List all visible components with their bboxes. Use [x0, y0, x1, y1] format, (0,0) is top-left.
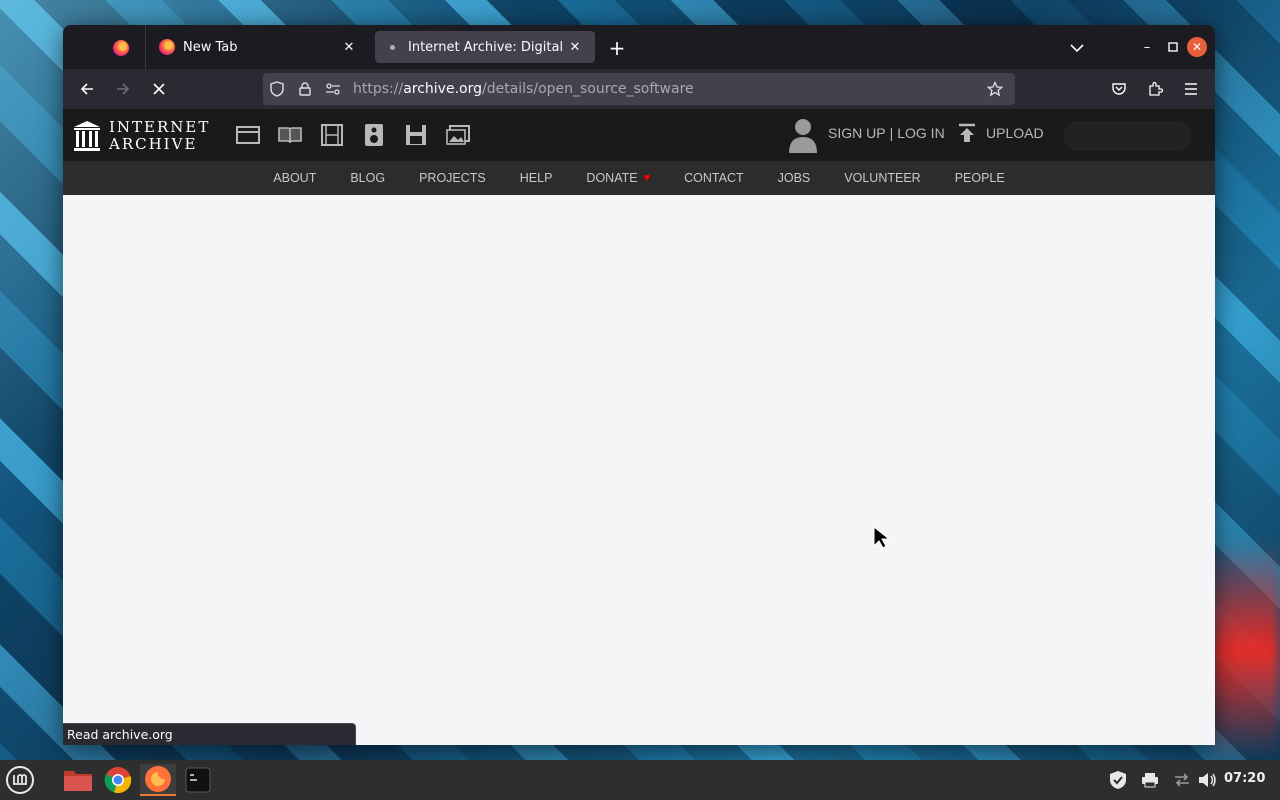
menu-volunteer[interactable]: VOLUNTEER	[844, 171, 920, 185]
chevron-down-icon	[1070, 44, 1084, 53]
heart-icon: ♥	[643, 172, 651, 184]
archive-temple-icon	[74, 121, 100, 151]
extensions-button[interactable]	[1139, 75, 1171, 103]
terminal-icon	[185, 767, 211, 793]
status-panel: Read archive.org	[63, 723, 356, 745]
hamburger-menu-icon	[1185, 83, 1197, 95]
address-bar[interactable]: https://archive.org/details/open_source_…	[263, 73, 1015, 105]
folder-icon	[64, 771, 92, 791]
tab-separator	[145, 25, 146, 69]
images-icon[interactable]	[437, 121, 479, 149]
start-menu-button[interactable]	[2, 764, 38, 796]
upload-label: UPLOAD	[986, 125, 1044, 141]
close-tab-icon[interactable]: ✕	[339, 37, 359, 57]
mint-logo-icon	[6, 766, 34, 794]
firefox-icon	[113, 40, 129, 56]
close-window-button[interactable]: ✕	[1187, 37, 1207, 57]
tracking-protection-shield-icon[interactable]	[263, 75, 291, 103]
forward-button[interactable]	[107, 75, 139, 103]
menu-jobs[interactable]: JOBS	[778, 171, 811, 185]
tab-label: Internet Archive: Digital Lib	[408, 39, 565, 55]
firefox-icon	[145, 766, 171, 792]
menu-contact[interactable]: CONTACT	[684, 171, 744, 185]
menu-donate[interactable]: DONATE ♥	[586, 171, 650, 185]
maximize-icon	[1168, 42, 1178, 52]
back-button[interactable]	[71, 75, 103, 103]
mouse-pointer-icon	[873, 526, 891, 549]
ia-logo[interactable]: INTERNET ARCHIVE	[73, 119, 210, 153]
files-app-button[interactable]	[60, 764, 96, 796]
url-scheme: https://	[353, 81, 404, 97]
auth-links: SIGN UP | LOG IN	[828, 125, 945, 141]
firefox-app-button[interactable]	[140, 764, 176, 796]
taskbar: 07:20	[0, 760, 1280, 800]
menu-blog[interactable]: BLOG	[350, 171, 385, 185]
arrow-right-icon	[117, 83, 130, 95]
url-host: archive.org	[403, 81, 482, 97]
texts-book-icon[interactable]	[269, 121, 311, 149]
arrow-left-icon	[80, 83, 93, 95]
ia-logo-text: INTERNET ARCHIVE	[109, 119, 210, 153]
firefox-icon	[159, 39, 175, 55]
close-icon	[153, 83, 165, 95]
auth-separator: |	[889, 125, 894, 141]
bookmark-star-icon[interactable]	[981, 75, 1009, 103]
minimize-button[interactable]: –	[1135, 35, 1159, 59]
log-in-link[interactable]: LOG IN	[897, 125, 944, 141]
volume-icon[interactable]	[1196, 768, 1220, 792]
stop-loading-button[interactable]	[143, 75, 175, 103]
audio-speaker-icon[interactable]	[353, 121, 395, 149]
menu-people[interactable]: PEOPLE	[955, 171, 1005, 185]
app-menu-button[interactable]	[1175, 75, 1207, 103]
puzzle-icon	[1149, 81, 1163, 96]
navigation-toolbar: https://archive.org/details/open_source_…	[63, 69, 1215, 109]
wallpaper-glow	[1210, 540, 1280, 760]
tab-bar: New Tab ✕ Internet Archive: Digital Lib …	[63, 25, 1215, 69]
terminal-app-button[interactable]	[180, 764, 216, 796]
shield-icon[interactable]	[1106, 768, 1130, 792]
search-field[interactable]	[1063, 121, 1191, 151]
menu-help[interactable]: HELP	[520, 171, 553, 185]
page-content: INTERNET ARCHIVE SIGN UP | LOG IN UPLOAD…	[63, 109, 1215, 745]
tab-internet-archive[interactable]: Internet Archive: Digital Lib ✕	[375, 31, 595, 63]
clock[interactable]: 07:20	[1224, 771, 1265, 786]
close-tab-icon[interactable]: ✕	[565, 37, 585, 57]
maximize-button[interactable]	[1161, 35, 1185, 59]
chrome-app-button[interactable]	[100, 764, 136, 796]
web-icon[interactable]	[227, 121, 269, 149]
firefox-window: New Tab ✕ Internet Archive: Digital Lib …	[63, 25, 1215, 745]
lock-icon[interactable]	[291, 75, 319, 103]
tab-new-tab[interactable]: New Tab ✕	[149, 31, 369, 63]
loading-dot-icon	[390, 44, 395, 50]
user-avatar-icon[interactable]	[787, 117, 819, 153]
pocket-button[interactable]	[1103, 75, 1135, 103]
ia-top-nav: INTERNET ARCHIVE SIGN UP | LOG IN UPLOAD	[63, 109, 1215, 161]
permissions-icon[interactable]	[319, 75, 347, 103]
url-text: https://archive.org/details/open_source_…	[353, 81, 694, 97]
logo-line-2: ARCHIVE	[109, 135, 198, 153]
video-film-icon[interactable]	[311, 121, 353, 149]
pocket-icon	[1112, 83, 1126, 95]
software-floppy-icon[interactable]	[395, 121, 437, 149]
tab-label: New Tab	[183, 39, 238, 55]
upload-arrow-icon	[959, 123, 975, 142]
network-icon[interactable]	[1170, 768, 1194, 792]
firefox-view-button[interactable]	[99, 33, 143, 63]
menu-about[interactable]: ABOUT	[273, 171, 316, 185]
menu-donate-label: DONATE	[586, 171, 638, 185]
sign-up-link[interactable]: SIGN UP	[828, 125, 886, 141]
new-tab-button[interactable]: +	[603, 35, 631, 61]
ia-secondary-menu: ABOUT BLOG PROJECTS HELP DONATE ♥ CONTACT…	[63, 161, 1215, 195]
menu-projects[interactable]: PROJECTS	[419, 171, 486, 185]
chrome-icon	[104, 767, 132, 794]
list-all-tabs-button[interactable]	[1063, 35, 1091, 61]
logo-line-1: INTERNET	[109, 118, 211, 136]
printer-icon[interactable]	[1138, 768, 1162, 792]
upload-button[interactable]: UPLOAD	[958, 123, 1044, 143]
url-path: /details/open_source_software	[482, 81, 694, 97]
media-type-icons	[227, 121, 479, 149]
